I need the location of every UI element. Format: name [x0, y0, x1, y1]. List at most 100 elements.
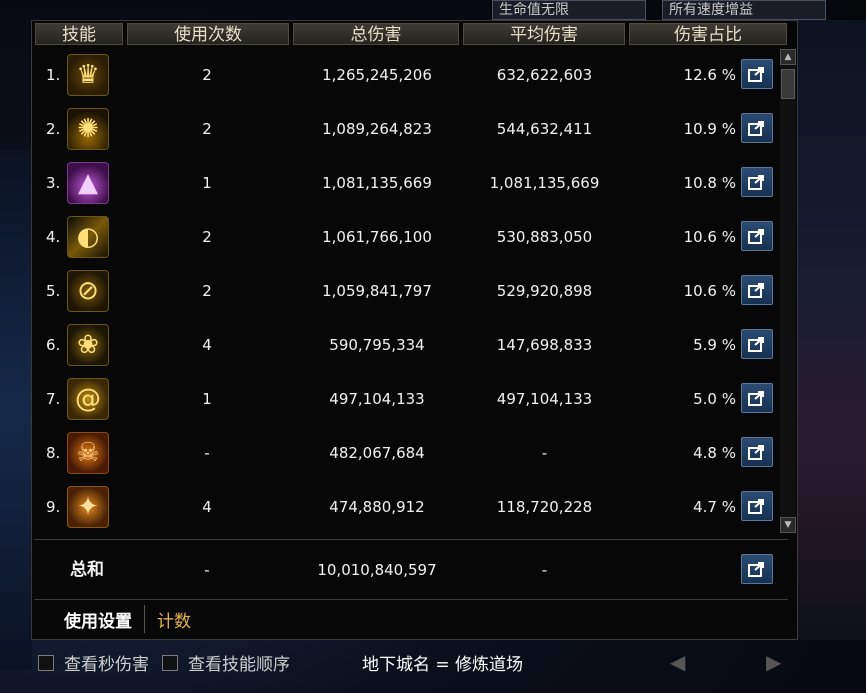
- header-skill[interactable]: 技能: [35, 23, 123, 45]
- background-select-a: 生命值无限: [492, 0, 646, 20]
- checkbox[interactable]: [162, 654, 178, 671]
- share-button[interactable]: [741, 113, 773, 143]
- golden-burst-skill-icon: ✺: [67, 108, 109, 150]
- row-total-damage: 482,067,684: [329, 444, 425, 462]
- row-avg-damage: 1,081,135,669: [489, 174, 600, 192]
- row-uses: 2: [202, 120, 212, 138]
- table-row[interactable]: 7. @ 1 497,104,133 497,104,133 5.0 %: [32, 372, 792, 426]
- flame-sword-skill-icon: ✦: [67, 486, 109, 528]
- background-top-bar: 生命值无限 所有速度增益: [490, 0, 866, 20]
- table-row[interactable]: 9. ✦ 4 474,880,912 118,720,228 4.7 %: [32, 480, 792, 534]
- row-rank: 3.: [46, 174, 61, 192]
- footer-bar: 查看秒伤害 查看技能顺序 地下城名 = 修炼道场 ◀ ▶: [0, 640, 866, 693]
- row-rank: 9.: [46, 498, 61, 516]
- row-total-damage: 474,880,912: [329, 498, 425, 516]
- row-rank: 6.: [46, 336, 61, 354]
- share-icon: [748, 337, 764, 352]
- table-row[interactable]: 5. ⊘ 2 1,059,841,797 529,920,898 10.6 %: [32, 264, 792, 318]
- bottom-tabs: 使用设置 计数: [52, 604, 203, 634]
- share-icon: [748, 67, 764, 82]
- background-select-b: 所有速度增益: [662, 0, 826, 20]
- share-icon: [748, 175, 764, 190]
- row-avg-damage: 529,920,898: [496, 282, 593, 300]
- row-uses: 2: [202, 228, 212, 246]
- row-rank: 2.: [46, 120, 61, 138]
- prev-arrow-icon[interactable]: ◀: [670, 650, 685, 674]
- row-rank: 5.: [46, 282, 61, 300]
- table-scrollbar[interactable]: ▲ ▼: [780, 49, 796, 533]
- table-row[interactable]: 8. ☠ - 482,067,684 - 4.8 %: [32, 426, 792, 480]
- row-rank: 7.: [46, 390, 61, 408]
- row-total-damage: 1,089,264,823: [322, 120, 432, 138]
- table-row[interactable]: 2. ✺ 2 1,089,264,823 544,632,411 10.9 %: [32, 102, 792, 156]
- total-avg-damage: -: [541, 561, 548, 579]
- share-button[interactable]: [741, 383, 773, 413]
- share-icon: [748, 562, 764, 577]
- row-avg-damage: -: [541, 444, 548, 462]
- total-label: 总和: [70, 560, 104, 580]
- header-avg-damage[interactable]: 平均伤害: [463, 23, 625, 45]
- row-rank: 4.: [46, 228, 61, 246]
- checkbox[interactable]: [38, 654, 54, 671]
- purple-aura-skill-icon: ▲: [67, 162, 109, 204]
- tab-settings[interactable]: 使用设置: [52, 607, 144, 632]
- damage-stats-panel: 技能 使用次数 总伤害 平均伤害 伤害占比 1. ♛ 2 1,265,245,2…: [31, 20, 798, 640]
- share-button[interactable]: [741, 437, 773, 467]
- scroll-up-icon[interactable]: ▲: [780, 49, 796, 65]
- row-uses: 2: [202, 282, 212, 300]
- table-row[interactable]: 3. ▲ 1 1,081,135,669 1,081,135,669 10.8 …: [32, 156, 792, 210]
- flower-seal-skill-icon: ❀: [67, 324, 109, 366]
- dungeon-name: 地下城名 = 修炼道场: [362, 655, 524, 675]
- share-button[interactable]: [741, 59, 773, 89]
- divider: [34, 539, 788, 540]
- check-dps-option[interactable]: 查看秒伤害: [38, 650, 149, 675]
- share-button[interactable]: [741, 491, 773, 521]
- header-uses[interactable]: 使用次数: [127, 23, 289, 45]
- row-damage-share: 10.8 %: [683, 174, 736, 192]
- row-avg-damage: 118,720,228: [496, 498, 593, 516]
- row-uses: 4: [202, 498, 212, 516]
- total-uses: -: [204, 561, 210, 579]
- share-button[interactable]: [741, 167, 773, 197]
- row-avg-damage: 497,104,133: [496, 390, 593, 408]
- row-damage-share: 12.6 %: [683, 66, 736, 84]
- check-order-label: 查看技能顺序: [188, 655, 290, 675]
- share-icon: [748, 283, 764, 298]
- header-total-damage[interactable]: 总伤害: [293, 23, 459, 45]
- row-avg-damage: 544,632,411: [496, 120, 593, 138]
- spiral-skill-icon: @: [67, 378, 109, 420]
- background-scene-left: [0, 150, 32, 670]
- divider: [34, 599, 788, 600]
- row-avg-damage: 530,883,050: [496, 228, 593, 246]
- row-total-damage: 590,795,334: [329, 336, 425, 354]
- background-scene-right: [798, 20, 866, 640]
- row-damage-share: 4.8 %: [693, 444, 736, 462]
- tab-count[interactable]: 计数: [145, 607, 203, 632]
- row-total-damage: 1,061,766,100: [322, 228, 432, 246]
- slash-circle-skill-icon: ⊘: [67, 270, 109, 312]
- share-button[interactable]: [741, 329, 773, 359]
- share-total-button[interactable]: [741, 554, 773, 584]
- table-row[interactable]: 4. ◐ 2 1,061,766,100 530,883,050 10.6 %: [32, 210, 792, 264]
- crown-skill-icon: ♛: [67, 54, 109, 96]
- table-row[interactable]: 1. ♛ 2 1,265,245,206 632,622,603 12.6 %: [32, 48, 792, 102]
- total-damage: 10,010,840,597: [317, 561, 437, 579]
- row-uses: -: [204, 444, 210, 462]
- share-button[interactable]: [741, 275, 773, 305]
- scroll-down-icon[interactable]: ▼: [780, 517, 796, 533]
- check-dps-label: 查看秒伤害: [64, 655, 149, 675]
- row-total-damage: 1,265,245,206: [322, 66, 432, 84]
- share-icon: [748, 121, 764, 136]
- table-row[interactable]: 6. ❀ 4 590,795,334 147,698,833 5.9 %: [32, 318, 792, 372]
- share-icon: [748, 445, 764, 460]
- check-order-option[interactable]: 查看技能顺序: [162, 650, 290, 675]
- share-button[interactable]: [741, 221, 773, 251]
- header-damage-share[interactable]: 伤害占比: [629, 23, 787, 45]
- row-damage-share: 5.9 %: [693, 336, 736, 354]
- total-row: 总和 - 10,010,840,597 -: [32, 543, 792, 597]
- row-total-damage: 497,104,133: [329, 390, 425, 408]
- scroll-thumb[interactable]: [781, 69, 795, 99]
- next-arrow-icon[interactable]: ▶: [766, 650, 781, 674]
- share-icon: [748, 229, 764, 244]
- row-damage-share: 10.6 %: [683, 282, 736, 300]
